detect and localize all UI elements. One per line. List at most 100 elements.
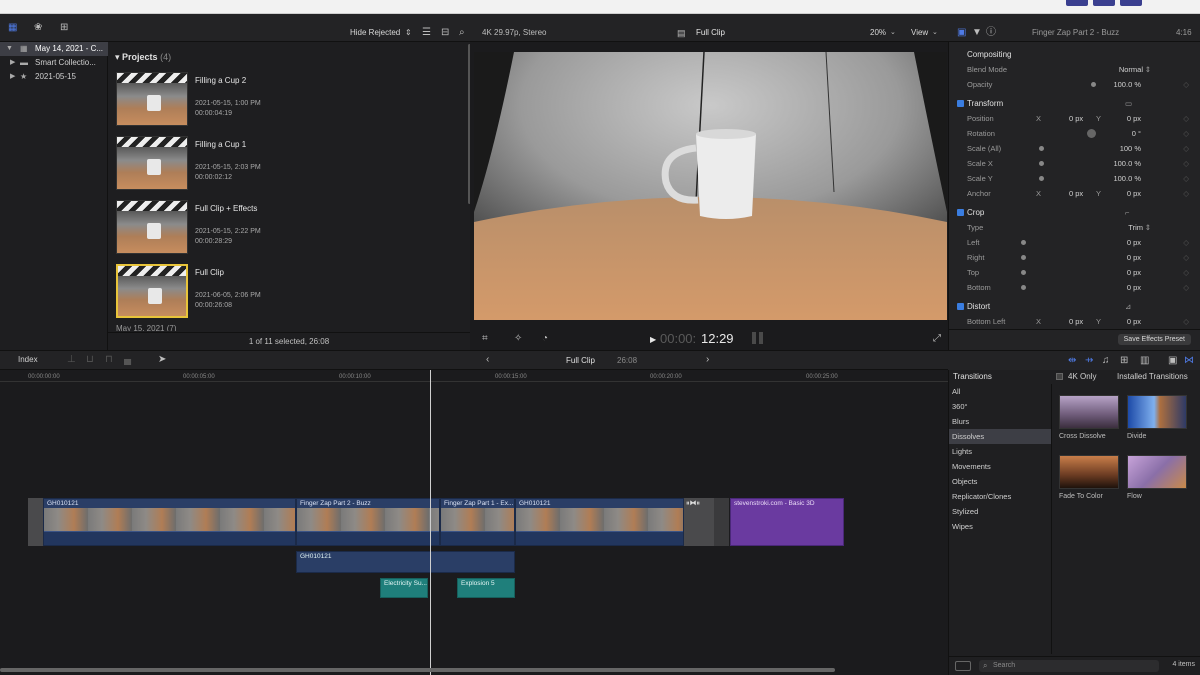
keyframe-icon[interactable]: ◇ <box>1183 250 1189 265</box>
gap-clip[interactable] <box>714 498 729 546</box>
video-clip[interactable]: Finger Zap Part 1 - Ex... <box>440 498 515 546</box>
keyframe-icon[interactable]: ◇ <box>1183 265 1189 280</box>
audio-clip[interactable]: Electricity Su... <box>380 578 428 598</box>
view-menu[interactable]: View <box>911 28 928 37</box>
4k-only-checkbox[interactable] <box>1056 373 1063 380</box>
transitions-browser-icon[interactable]: ⋈ <box>1184 356 1194 366</box>
project-thumbnail[interactable] <box>116 136 188 190</box>
search-icon[interactable]: ⌕ <box>459 28 465 38</box>
blend-mode-select[interactable]: Normal <box>1119 62 1143 77</box>
project-item[interactable]: Filling a Cup 2 2021-05-15, 1:00 PM 00:0… <box>116 72 446 132</box>
keyframe-icon[interactable]: ◇ <box>1183 186 1189 201</box>
category-lights[interactable]: Lights <box>949 444 1051 459</box>
fullscreen-icon[interactable]: ⤢ <box>933 334 941 344</box>
scale-slider[interactable] <box>1039 146 1044 151</box>
status-item[interactable] <box>1066 0 1088 6</box>
transition-marker-icon[interactable]: ⏸⧓⏸ <box>686 499 700 508</box>
library-item[interactable]: ▶ ★ 2021-05-15 <box>0 70 108 84</box>
keyframe-icon[interactable]: ◇ <box>1183 314 1189 329</box>
titles-icon[interactable]: ⊞ <box>60 23 68 33</box>
snapping-icon[interactable]: ⊞ <box>1120 356 1128 366</box>
playhead[interactable] <box>430 370 431 675</box>
category-dissolves[interactable]: Dissolves <box>949 429 1051 444</box>
fade-to-color-thumbnail[interactable] <box>1059 455 1119 489</box>
filmstrip-icon[interactable]: ⊟ <box>441 28 449 38</box>
chevron-updown-icon[interactable]: ⇕ <box>1145 62 1151 77</box>
video-frame[interactable] <box>474 52 947 320</box>
category-stylized[interactable]: Stylized <box>949 504 1051 519</box>
libraries-icon[interactable]: ▦ <box>8 23 17 33</box>
transform-icon[interactable]: ▭ <box>1125 96 1132 111</box>
audio-clip[interactable]: Explosion 5 <box>457 578 515 598</box>
overwrite-icon[interactable]: ▄ <box>124 355 131 365</box>
category-blurs[interactable]: Blurs <box>949 414 1051 429</box>
projects-header[interactable]: ▾ Projects (4) <box>115 52 171 63</box>
timeline-ruler[interactable]: 00:00:00:00 00:00:05:00 00:00:10:00 00:0… <box>0 370 948 382</box>
chevron-down-icon[interactable]: ⌄ <box>932 28 938 38</box>
info-icon[interactable]: ⓘ <box>986 28 996 38</box>
index-button[interactable]: Index <box>18 355 38 364</box>
chevron-down-icon[interactable]: ⌄ <box>890 28 896 38</box>
zoom-menu[interactable]: 20% <box>870 28 886 37</box>
disclosure-triangle-icon[interactable]: ▶ <box>10 70 15 84</box>
keyframe-icon[interactable]: ◇ <box>1183 280 1189 295</box>
category-objects[interactable]: Objects <box>949 474 1051 489</box>
timeline-scrollbar[interactable] <box>0 668 835 672</box>
keyframe-icon[interactable]: ◇ <box>1183 235 1189 250</box>
project-item-selected[interactable]: Full Clip 2021-06-05, 2:06 PM 00:00:26:0… <box>116 264 446 324</box>
play-icon[interactable]: ▶ <box>650 335 656 345</box>
photos-icon[interactable]: ❀ <box>34 23 42 33</box>
crop-left-slider[interactable] <box>1021 240 1026 245</box>
category-movements[interactable]: Movements <box>949 459 1051 474</box>
flow-thumbnail[interactable] <box>1127 455 1187 489</box>
category-all[interactable]: All <box>949 384 1051 399</box>
crop-type-select[interactable]: Trim <box>1128 220 1143 235</box>
forward-arrow-icon[interactable]: › <box>706 355 709 365</box>
section-header[interactable]: May 15, 2021 (7) <box>116 325 176 331</box>
transform-tool-icon[interactable]: ⌗ <box>482 334 488 344</box>
cross-dissolve-thumbnail[interactable] <box>1059 395 1119 429</box>
project-thumbnail[interactable] <box>116 264 188 318</box>
chevron-updown-icon[interactable]: ⇕ <box>1145 220 1151 235</box>
distort-icon[interactable]: ⊿ <box>1125 299 1131 314</box>
chevron-updown-icon[interactable]: ⇕ <box>405 28 412 38</box>
project-item[interactable]: Filling a Cup 1 2021-05-15, 2:03 PM 00:0… <box>116 136 446 196</box>
category-360[interactable]: 360° <box>949 399 1051 414</box>
category-wipes[interactable]: Wipes <box>949 519 1051 534</box>
status-item[interactable] <box>1093 0 1115 6</box>
disclosure-triangle-icon[interactable]: ▼ <box>6 42 13 56</box>
distort-checkbox[interactable] <box>957 303 964 310</box>
keyframe-icon[interactable]: ◇ <box>1183 126 1189 141</box>
sidebar-toggle-icon[interactable] <box>955 661 971 671</box>
keyframe-icon[interactable]: ◇ <box>1183 171 1189 186</box>
keyframe-icon[interactable]: ◇ <box>1183 141 1189 156</box>
keyframe-icon[interactable]: ◇ <box>1183 77 1189 92</box>
crop-bottom-slider[interactable] <box>1021 285 1026 290</box>
search-field[interactable]: ⌕ Search <box>979 660 1159 672</box>
filter-icon[interactable]: ▼ <box>972 28 982 38</box>
project-item[interactable]: Full Clip + Effects 2021-05-15, 2:22 PM … <box>116 200 446 260</box>
video-clip[interactable]: Finger Zap Part 2 - Buzz <box>296 498 440 546</box>
transform-checkbox[interactable] <box>957 100 964 107</box>
timeline-project-name[interactable]: Full Clip <box>566 356 595 365</box>
crop-checkbox[interactable] <box>957 209 964 216</box>
enhance-icon[interactable]: ✧ <box>514 334 522 344</box>
video-inspector-icon[interactable]: ▣ <box>957 28 966 38</box>
project-thumbnail[interactable] <box>116 72 188 126</box>
timeline[interactable]: 00:00:00:00 00:00:05:00 00:00:10:00 00:0… <box>0 370 948 675</box>
title-clip[interactable]: stevenstroki.com - Basic 3D <box>730 498 844 546</box>
crop-top-slider[interactable] <box>1021 270 1026 275</box>
solo-icon[interactable]: ♫ <box>1102 356 1110 366</box>
opacity-slider[interactable] <box>1091 82 1096 87</box>
connect-icon[interactable]: ⊥ <box>67 355 76 365</box>
installed-transitions-menu[interactable]: Installed Transitions <box>1117 372 1188 381</box>
crop-right-slider[interactable] <box>1021 255 1026 260</box>
video-clip[interactable]: GH010121 <box>515 498 684 546</box>
project-thumbnail[interactable] <box>116 200 188 254</box>
effects-browser-icon[interactable]: ▣ <box>1168 356 1177 366</box>
category-replicator-clones[interactable]: Replicator/Clones <box>949 489 1051 504</box>
skimming-icon[interactable]: ⇹ <box>1068 356 1076 366</box>
crop-icon[interactable]: ⌐ <box>1125 205 1129 220</box>
hide-rejected-menu[interactable]: Hide Rejected <box>350 28 400 37</box>
back-arrow-icon[interactable]: ‹ <box>486 355 489 365</box>
